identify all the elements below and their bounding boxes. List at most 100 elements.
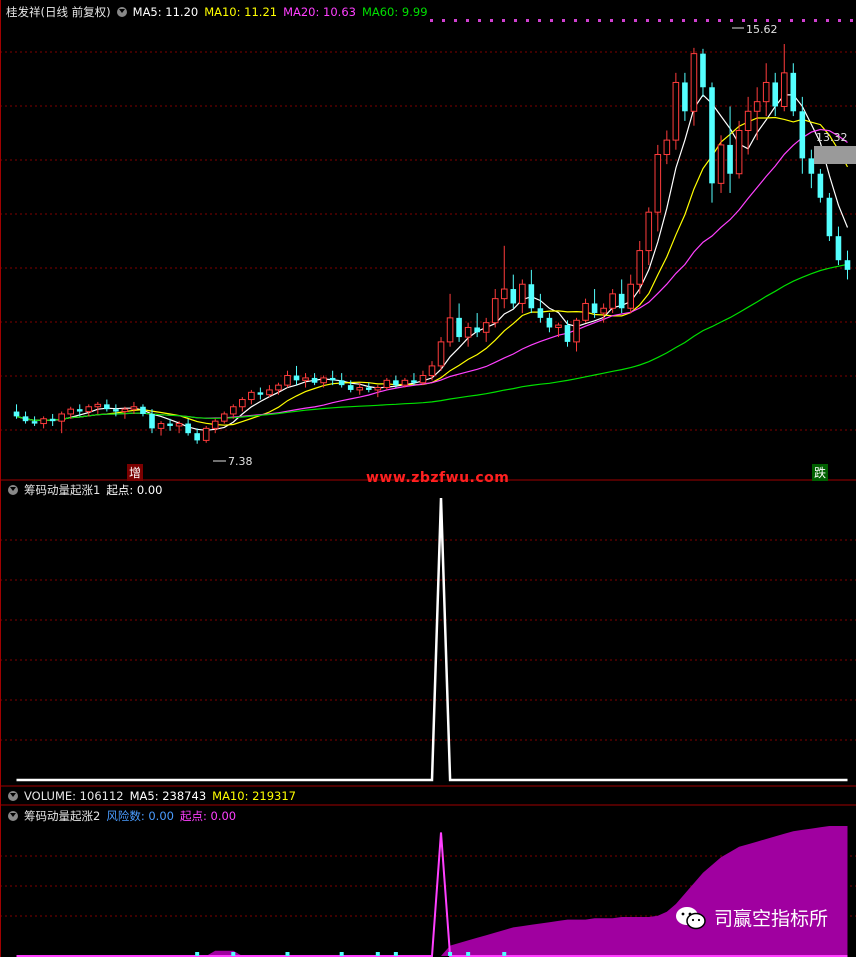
candle-body-up: [573, 319, 580, 343]
candle-body-down: [411, 380, 417, 383]
volume-ma10-value: MA10: 219317: [212, 789, 296, 803]
candle-body-down: [31, 421, 38, 424]
candle-body-up: [780, 72, 788, 107]
candle-body-down: [311, 377, 318, 383]
candle-body-up: [284, 375, 291, 386]
ma20-value: MA20: 10.63: [283, 5, 356, 19]
candle-body-down: [104, 404, 110, 410]
top-marker-dot: [526, 19, 529, 22]
ma60-value: MA60: 9.99: [361, 5, 428, 19]
candle-body-up: [446, 317, 454, 343]
candle-body-up: [672, 81, 680, 141]
top-marker-dot: [730, 19, 733, 22]
panel4-title: 筹码动量起涨2: [24, 809, 101, 823]
panel2-header: 筹码动量起涨1 起点: 0.00: [8, 482, 162, 498]
up-tag: 增: [127, 464, 144, 481]
candle-body-down: [338, 380, 345, 386]
top-marker-dot: [550, 19, 553, 22]
candle-body-down: [257, 392, 264, 395]
dropdown-icon[interactable]: [116, 7, 127, 17]
main-header: 桂发祥(日线 前复权) MA5: 11.20 MA10: 11.21 MA20:…: [6, 4, 428, 20]
candle-body-up: [609, 293, 616, 309]
candle-body-down: [474, 327, 480, 333]
candle-body-down: [510, 289, 517, 304]
candle-body-up: [211, 420, 219, 429]
candle-body-down: [700, 53, 706, 88]
candle-body-up: [428, 365, 436, 377]
watermark: www.zbzfwu.com: [366, 470, 510, 486]
bottom-marker: [502, 952, 507, 956]
ma10-value: MA10: 11.21: [204, 5, 278, 19]
candle-body-down: [22, 416, 29, 422]
high-price-label: 15.62: [746, 23, 778, 36]
candle-body-up: [690, 53, 698, 112]
main-grid: [0, 51, 856, 431]
candle-body-up: [491, 298, 499, 324]
candle-body-up: [519, 283, 526, 304]
candle-body-down: [826, 197, 833, 237]
candle-body-up: [302, 377, 309, 381]
candle-body-up: [121, 408, 129, 413]
top-marker-dot: [778, 19, 781, 22]
candle-body-down: [76, 409, 83, 412]
top-marker-dot: [658, 19, 661, 22]
top-marker-dot: [694, 19, 697, 22]
dropdown-icon[interactable]: [8, 485, 18, 495]
top-marker-dot: [814, 19, 817, 22]
ma60-line: [16, 263, 848, 422]
candle-body-down: [564, 325, 571, 342]
top-marker-dot: [478, 19, 481, 22]
panel4-header: 筹码动量起涨2 风险数: 0.00 起点: 0.00: [8, 808, 236, 824]
candle-body-up: [220, 413, 228, 422]
current-price-label: 13.32: [816, 131, 848, 144]
candle-body-down: [844, 260, 851, 270]
candle-body-up: [58, 413, 65, 422]
dropdown-icon[interactable]: [8, 791, 18, 801]
candle-body-up: [419, 375, 427, 384]
top-marker-dot: [598, 19, 601, 22]
candle-body-up: [735, 130, 743, 175]
panel2-start-value: 起点: 0.00: [106, 483, 163, 497]
top-marker-dot: [670, 19, 673, 22]
candle-body-up: [600, 307, 607, 314]
candle-body-up: [356, 387, 364, 391]
candle-body-down: [772, 82, 779, 107]
candle-body-up: [555, 324, 562, 328]
panel2-title: 筹码动量起涨1: [24, 483, 101, 497]
panel4-start-value: 起点: 0.00: [179, 809, 237, 823]
top-markers: [430, 19, 853, 22]
candle-body-up: [157, 423, 165, 429]
candle-body-up: [383, 379, 391, 389]
candle-body-down: [537, 308, 544, 318]
candle-body-down: [528, 284, 535, 309]
candle-body-down: [790, 72, 797, 112]
top-marker-dot: [850, 19, 853, 22]
candle-body-up: [202, 427, 210, 441]
candle-body-up: [482, 322, 490, 333]
candle-body-up: [40, 418, 47, 425]
candle-body-up: [582, 302, 589, 321]
dropdown-icon[interactable]: [8, 811, 18, 821]
candle-body-up: [744, 110, 752, 131]
top-marker-dot: [802, 19, 805, 22]
current-price-box: [814, 146, 856, 164]
bottom-marker: [195, 952, 200, 956]
top-marker-dot: [502, 19, 505, 22]
candle-body-up: [320, 377, 327, 384]
top-marker-dot: [742, 19, 745, 22]
candle-body-up: [130, 406, 138, 410]
candle-body-up: [753, 101, 761, 112]
candle-body-up: [275, 384, 282, 391]
candle-body-up: [636, 250, 644, 285]
candle-body-up: [67, 408, 75, 415]
candle-body-up: [85, 406, 93, 413]
candle-body-down: [167, 423, 173, 426]
candle-body-up: [229, 406, 237, 415]
candle-body-down: [329, 377, 336, 381]
candle-body-up: [717, 144, 725, 184]
top-marker-dot: [826, 19, 829, 22]
brand-text: 司赢空指标所: [713, 908, 828, 930]
candle-body-down: [546, 317, 553, 328]
wechat-icon: [675, 906, 706, 929]
top-marker-dot: [454, 19, 457, 22]
